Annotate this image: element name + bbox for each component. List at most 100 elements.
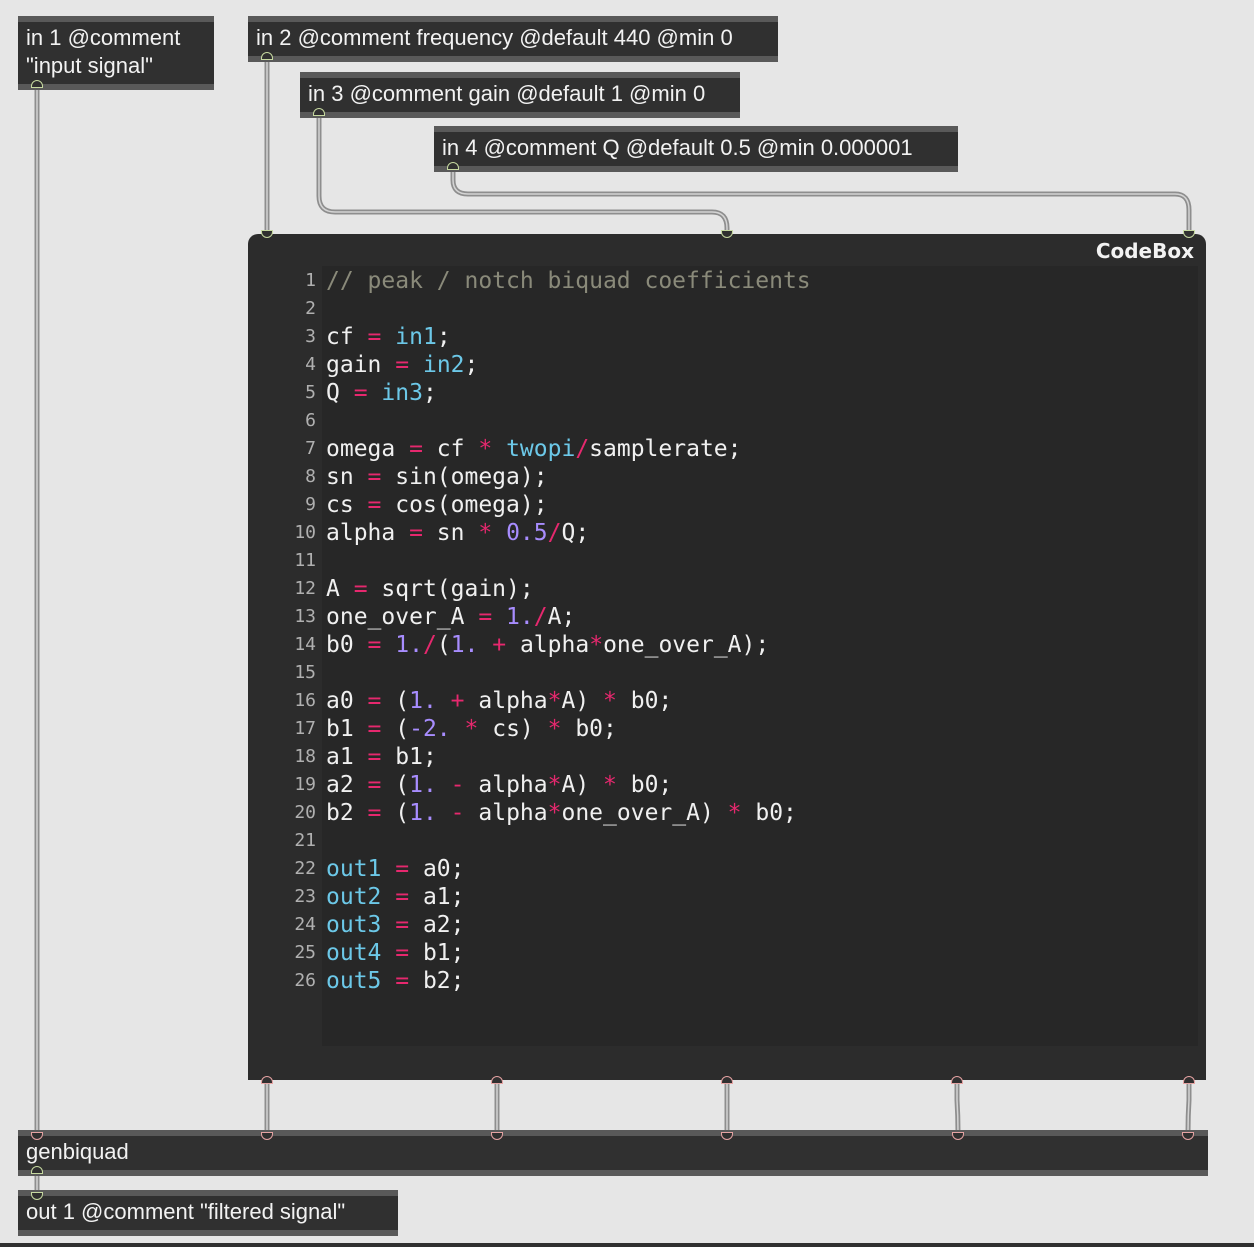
- in3-outlet[interactable]: [313, 108, 325, 116]
- code-token: +: [450, 688, 465, 714]
- code-line[interactable]: A = sqrt(gain);: [326, 575, 811, 603]
- cord-in4-codebox[interactable]: [450, 167, 1192, 239]
- code-line[interactable]: out1 = a0;: [326, 855, 811, 883]
- code-token: *: [464, 716, 479, 742]
- code-line[interactable]: omega = cf * twopi/samplerate;: [326, 435, 811, 463]
- code-line[interactable]: a0 = (1. + alpha*A) * b0;: [326, 687, 811, 715]
- codebox-outlet-1[interactable]: [261, 1076, 273, 1084]
- line-number: 25: [294, 942, 316, 963]
- code-token: *: [603, 772, 617, 798]
- codebox[interactable]: CodeBox 1 2 3 4 5 6 7 8 9 10 11 12 13 14 15 16 17 18 19 20 2…: [248, 230, 1206, 1084]
- code-line[interactable]: out2 = a1;: [326, 883, 811, 911]
- code-line[interactable]: cf = in1;: [326, 323, 811, 351]
- code-line[interactable]: out3 = a2;: [326, 911, 811, 939]
- in2-object[interactable]: in 2 @comment frequency @default 440 @mi…: [248, 16, 778, 62]
- code-token: /: [575, 436, 590, 462]
- in1-label: in 1 @comment "input signal": [26, 25, 181, 78]
- in4-outlet[interactable]: [447, 162, 459, 170]
- code-line[interactable]: b2 = (1. - alpha*one_over_A) * b0;: [326, 799, 811, 827]
- code-line[interactable]: ​: [326, 295, 811, 323]
- cord-codebox-out5[interactable]: [1185, 1077, 1192, 1135]
- code-line[interactable]: Q = in3;: [326, 379, 811, 407]
- code-token: alpha: [506, 632, 590, 658]
- in4-object[interactable]: in 4 @comment Q @default 0.5 @min 0.0000…: [434, 126, 958, 172]
- code-token: /: [547, 520, 562, 546]
- code-token: =: [353, 576, 368, 602]
- code-line[interactable]: b1 = (-2. * cs) * b0;: [326, 715, 811, 743]
- code-token: (: [381, 800, 410, 826]
- code-token: ;: [436, 324, 451, 350]
- codebox-outlet-4[interactable]: [951, 1076, 963, 1084]
- out1-object[interactable]: out 1 @comment "filtered signal": [18, 1190, 398, 1236]
- code-line[interactable]: ​: [326, 407, 811, 435]
- in2-outlet[interactable]: [261, 52, 273, 60]
- code-token: =: [395, 940, 410, 966]
- code-line[interactable]: ​: [326, 827, 811, 855]
- cord-codebox-out4[interactable]: [954, 1077, 961, 1135]
- genbiquad-label: genbiquad: [26, 1139, 129, 1164]
- code-text[interactable]: // peak / notch biquad coefficients​cf =…: [326, 267, 811, 995]
- code-token: b2: [326, 800, 368, 826]
- out1-label: out 1 @comment "filtered signal": [26, 1199, 346, 1224]
- in3-object[interactable]: in 3 @comment gain @default 1 @min 0: [300, 72, 740, 118]
- code-token: ;: [464, 352, 479, 378]
- line-number: 24: [294, 914, 316, 935]
- code-line[interactable]: ​: [326, 659, 811, 687]
- line-number: 18: [294, 746, 316, 767]
- line-number: 17: [294, 718, 316, 739]
- code-token: sn: [422, 520, 479, 546]
- code-line[interactable]: ​: [326, 547, 811, 575]
- codebox-outlet-2[interactable]: [491, 1076, 503, 1084]
- code-token: /: [422, 632, 437, 658]
- code-line[interactable]: one_over_A = 1./A;: [326, 603, 811, 631]
- genbiquad-object[interactable]: genbiquad: [18, 1130, 1208, 1176]
- code-line[interactable]: a1 = b1;: [326, 743, 811, 771]
- code-token: out4: [326, 940, 382, 966]
- code-token: a0;: [409, 856, 465, 882]
- code-token: a1;: [409, 884, 465, 910]
- codebox-inlet-3[interactable]: [1183, 230, 1195, 238]
- code-line[interactable]: b0 = 1./(1. + alpha*one_over_A);: [326, 631, 811, 659]
- line-number: 21: [294, 830, 316, 851]
- code-token: b0;: [561, 716, 617, 742]
- code-token: sin(omega);: [381, 464, 548, 490]
- code-line[interactable]: alpha = sn * 0.5/Q;: [326, 519, 811, 547]
- line-number: 5: [305, 382, 316, 403]
- line-number: 4: [305, 354, 316, 375]
- code-token: b1;: [381, 744, 437, 770]
- in1-outlet[interactable]: [31, 80, 43, 88]
- code-token: A): [561, 772, 604, 798]
- code-line[interactable]: gain = in2;: [326, 351, 811, 379]
- code-token: =: [367, 324, 382, 350]
- line-number: 23: [294, 886, 316, 907]
- line-number: 13: [294, 606, 316, 627]
- code-line[interactable]: sn = sin(omega);: [326, 463, 811, 491]
- code-token: twopi: [506, 436, 576, 462]
- code-token: =: [367, 688, 382, 714]
- code-line[interactable]: cs = cos(omega);: [326, 491, 811, 519]
- in1-object[interactable]: in 1 @comment "input signal": [18, 16, 214, 90]
- code-token: a2: [326, 772, 368, 798]
- codebox-outlet-3[interactable]: [721, 1076, 733, 1084]
- code-line[interactable]: // peak / notch biquad coefficients: [326, 267, 811, 295]
- code-token: =: [367, 632, 382, 658]
- code-token: a0: [326, 688, 368, 714]
- code-token: alpha: [464, 688, 548, 714]
- genbiquad-outlet[interactable]: [31, 1166, 43, 1174]
- line-number-gutter: 1 2 3 4 5 6 7 8 9 10 11 12 13 14 15 16 17 18 19 20 21 22 23 24 2…: [248, 267, 318, 995]
- code-line[interactable]: out5 = b2;: [326, 967, 811, 995]
- code-token: alpha: [464, 800, 548, 826]
- code-line[interactable]: out4 = b1;: [326, 939, 811, 967]
- code-line[interactable]: a2 = (1. - alpha*A) * b0;: [326, 771, 811, 799]
- codebox-inlet-1[interactable]: [261, 230, 273, 238]
- codebox-inlet-2[interactable]: [721, 230, 733, 238]
- code-token: =: [395, 352, 410, 378]
- codebox-outlet-5[interactable]: [1183, 1076, 1195, 1084]
